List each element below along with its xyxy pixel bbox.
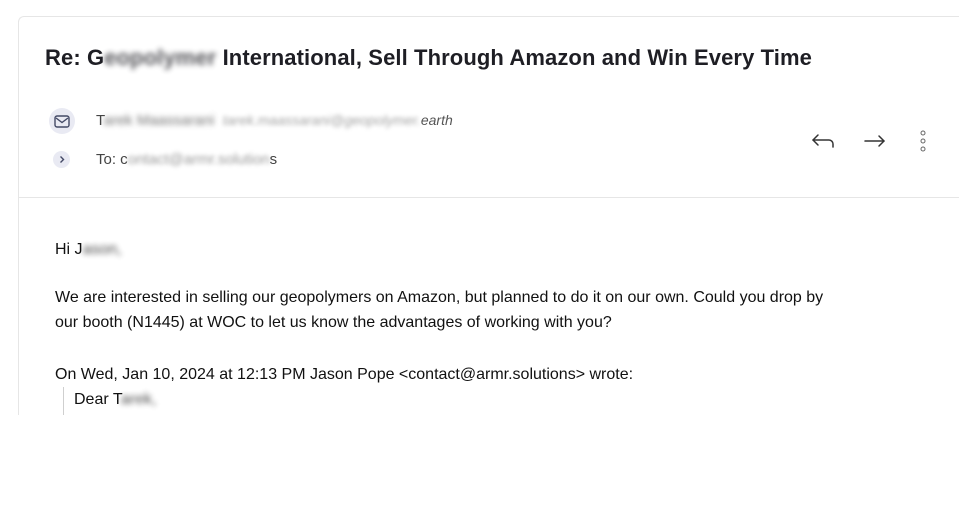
to-label: To: c [96, 151, 128, 168]
paragraph-line-2: our booth (N1445) at WOC to let us know … [55, 314, 612, 331]
to-line: To: contact@armr.solutions [96, 151, 277, 168]
quote-salutation-prefix: Dear T [74, 391, 121, 408]
quote-salutation: Dear Tarek, [74, 387, 156, 412]
from-name-redacted: arek Maassarani [103, 112, 215, 129]
from-address: tarek.maassarani@geopolymer.earth [223, 112, 453, 128]
subject-prefix: Re: G [45, 45, 105, 70]
email-card: Re: Geopolymer International, Sell Throu… [18, 16, 959, 478]
subject-rest: International, Sell Through Amazon and W… [216, 45, 812, 70]
from-initial: T [96, 112, 104, 129]
to-address-suffix: s [269, 151, 278, 168]
from-address-redacted: tarek.maassarani@geopolymer. [222, 112, 421, 128]
forward-icon [864, 135, 885, 147]
greeting: Hi Jason, [55, 237, 122, 262]
greeting-prefix: Hi J [55, 241, 83, 258]
bottom-blank-area [0, 415, 967, 515]
subject-redacted: eopolymer [104, 45, 217, 70]
quote-header: On Wed, Jan 10, 2024 at 12:13 PM Jason P… [55, 366, 634, 383]
to-address-redacted: ontact@armr.solution [127, 151, 270, 168]
from-line: Tarek Maassarani tarek.maassarani@geopol… [96, 112, 453, 129]
header-divider [19, 197, 959, 198]
message-actions [809, 127, 937, 155]
more-options-button[interactable] [909, 127, 937, 155]
email-subject: Re: Geopolymer International, Sell Throu… [45, 45, 812, 71]
forward-button[interactable] [861, 127, 889, 155]
reply-icon [812, 134, 834, 148]
message-paragraph: We are interested in selling our geopoly… [55, 285, 823, 335]
chevron-right-icon[interactable] [53, 151, 70, 168]
quote-salutation-redacted: arek, [120, 391, 157, 408]
more-vertical-icon [920, 130, 926, 152]
from-address-suffix: earth [420, 112, 453, 128]
reply-button[interactable] [809, 127, 837, 155]
mail-icon [49, 108, 75, 134]
greeting-redacted: ason, [82, 241, 122, 258]
paragraph-line-1: We are interested in selling our geopoly… [55, 289, 824, 306]
